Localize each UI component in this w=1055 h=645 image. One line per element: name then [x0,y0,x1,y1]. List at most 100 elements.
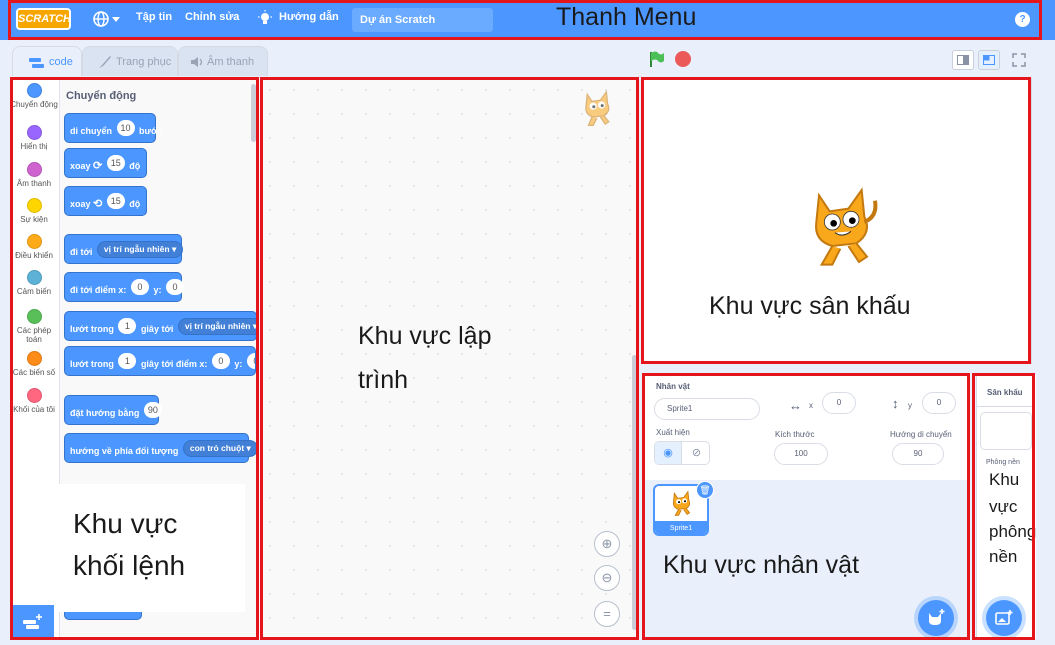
category-7[interactable]: Các biến số [10,351,58,377]
language-menu[interactable] [92,9,122,29]
backdrop-area-label-line4: nền [989,547,1018,566]
block-input[interactable]: 0 [165,279,184,295]
backdrop-area-label-line1: Khu [989,470,1020,489]
zoom-in-button[interactable]: ⊕ [594,531,620,557]
delete-sprite-button[interactable]: 🗑 [696,481,714,499]
normal-stage-button[interactable] [978,50,1000,70]
block-input[interactable]: 1 [118,353,137,369]
project-title-input[interactable]: Dự án Scratch [352,8,493,32]
zoom-in-icon: ⊕ [601,536,613,551]
category-label: Các biến số [12,368,56,377]
x-arrow-icon: ↔ [789,398,802,413]
palette-scrollbar[interactable] [251,84,256,142]
category-1[interactable]: Hiển thị [10,125,58,151]
block-goto[interactable]: đi tới vị trí ngẫu nhiên ▾ [64,234,184,264]
code-icon [29,58,44,68]
stage-panel-title: Sân khấu [987,388,1023,397]
trash-icon: 🗑 [699,485,711,495]
sprite-name-label: Nhân vật [656,382,690,391]
stop-button[interactable] [675,51,691,67]
block-text: y: [153,285,162,295]
block-input[interactable]: 15 [106,155,125,171]
sprite-thumbnail-name: Sprite1 [655,521,707,534]
block-input[interactable]: 0 [246,353,255,369]
add-extension-icon [23,614,42,629]
category-4[interactable]: Điều khiển [10,234,58,260]
tab-code[interactable]: code [12,46,82,76]
zoom-reset-button[interactable]: = [594,601,620,627]
block-dropdown[interactable]: con trỏ chuột ▾ [182,440,258,457]
file-menu[interactable]: Tập tin [136,11,172,23]
block-goto-xy[interactable]: đi tới điểm x: 0 y: 0 [64,272,184,302]
add-backdrop-button[interactable] [986,600,1022,636]
block-input[interactable]: 0 [130,279,149,295]
tutorials-menu[interactable]: Hướng dẫn [258,10,339,30]
block-dropdown[interactable]: vị trí ngẫu nhiên ▾ [96,241,184,258]
category-label: Hiển thị [20,142,48,151]
size-field[interactable]: 100 [774,443,828,465]
add-sprite-button[interactable] [918,600,954,636]
code-area-label-line1: Khu vực lập [358,322,492,350]
block-input[interactable]: 90 [143,402,162,418]
tab-costumes-label: Trang phục [116,56,172,68]
show-hidden-button[interactable]: ⊘ [683,442,710,464]
help-button[interactable]: ? [1015,12,1030,27]
category-label: Cảm biến [16,287,52,296]
block-text: giây tới điểm x: [140,359,208,369]
block-turn-right[interactable]: xoay ⟳ 15 độ [64,148,147,178]
brush-icon [99,56,111,68]
backdrop-area-label-line2: vực [989,497,1018,516]
block-text: giây tới [140,324,174,334]
category-3[interactable]: Sự kiện [10,198,58,224]
sprite-name-field[interactable]: Sprite1 [654,398,760,420]
workspace-scrollbar[interactable] [632,355,637,630]
block-point-towards[interactable]: hướng về phía đối tượng con trỏ chuột ▾ [64,433,258,463]
backdrop-area-label-line3: phông [989,522,1037,541]
backdrop-thumbnail[interactable] [980,412,1032,450]
green-flag-button[interactable] [648,50,668,68]
block-input[interactable]: 10 [116,120,135,136]
block-turn-left[interactable]: xoay ⟲ 15 độ [64,186,147,216]
category-color-icon [26,309,42,324]
block-glide[interactable]: lướt trong 1 giây tới vị trí ngẫu nhiên … [64,311,265,341]
show-toggle[interactable]: ◉ ⊘ [654,441,710,465]
block-move-steps[interactable]: di chuyển 10 bước [64,113,162,143]
scratch-logo[interactable]: SCRATCH [16,8,71,30]
block-input[interactable]: 0 [211,353,230,369]
menu-bar-label: Thanh Menu [556,3,697,31]
palette-section-title: Chuyển động [66,90,137,102]
category-2[interactable]: Âm thanh [10,162,58,188]
cat-sprite-icon [672,490,691,516]
tab-costumes[interactable]: Trang phục [82,46,178,76]
block-dropdown[interactable]: vị trí ngẫu nhiên ▾ [177,318,265,335]
x-field[interactable]: 0 [822,392,856,414]
category-color-icon [26,388,42,403]
zoom-out-button[interactable]: ⊖ [594,565,620,591]
small-stage-button[interactable] [952,50,974,70]
tab-sounds[interactable]: Âm thanh [178,46,268,76]
edit-menu[interactable]: Chỉnh sửa [185,11,239,23]
stage-cat-sprite[interactable] [803,182,883,270]
category-0[interactable]: Chuyển động [10,83,58,109]
speaker-icon [191,57,203,67]
fullscreen-button[interactable] [1008,50,1030,70]
x-label: x [809,401,813,410]
add-extension-button[interactable] [12,605,54,640]
question-icon: ? [1019,14,1026,25]
code-workspace[interactable] [258,78,638,640]
show-visible-button[interactable]: ◉ [655,442,682,464]
block-point-direction[interactable]: đặt hướng bằng 90 [64,395,162,425]
category-color-icon [26,125,42,140]
block-glide-xy[interactable]: lướt trong 1 giây tới điểm x: 0 y: 0 [64,346,256,376]
block-input[interactable]: 1 [118,318,137,334]
category-color-icon [26,198,42,213]
direction-field[interactable]: 90 [892,443,944,465]
block-input[interactable]: 15 [106,193,125,209]
blocks-area-label-box [53,484,245,612]
zoom-out-icon: ⊖ [601,570,613,585]
category-5[interactable]: Cảm biến [10,270,58,296]
y-field[interactable]: 0 [922,392,956,414]
cat-sprite-icon [585,90,610,126]
category-6[interactable]: Các phép toán [10,309,58,344]
category-8[interactable]: Khối của tôi [10,388,58,414]
